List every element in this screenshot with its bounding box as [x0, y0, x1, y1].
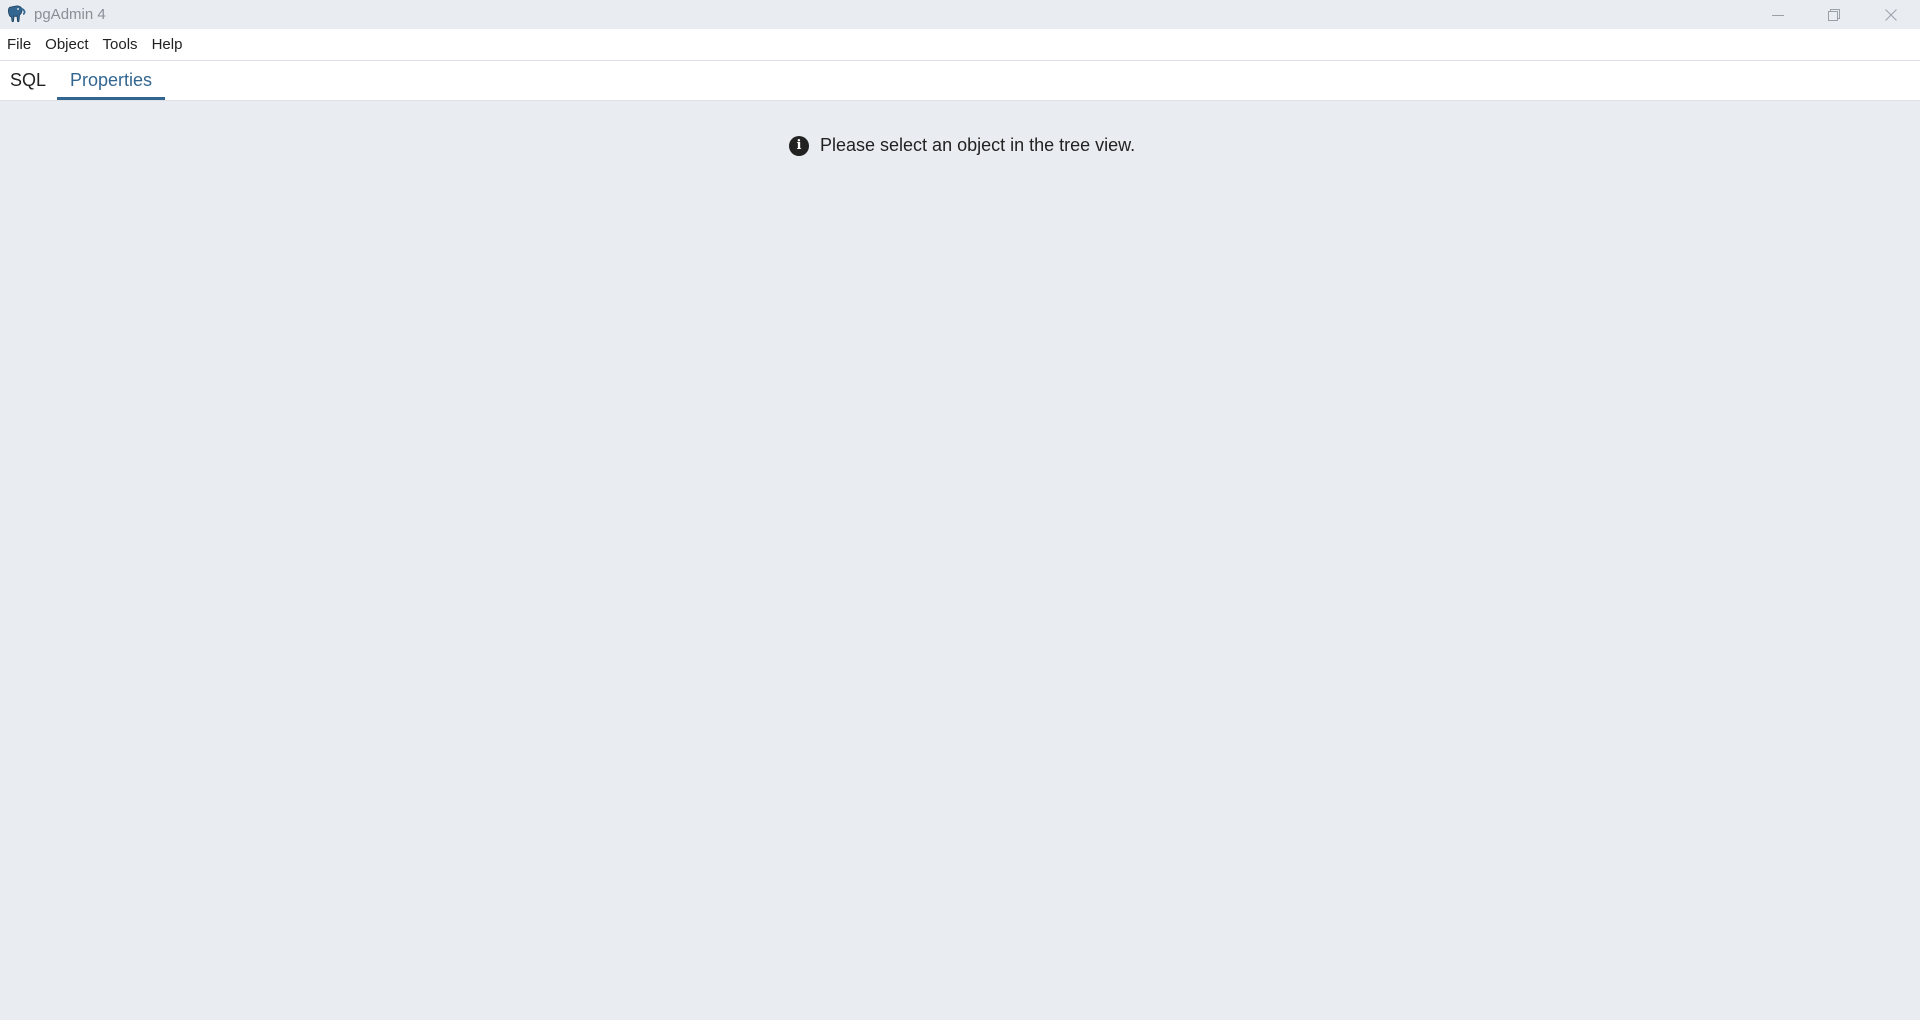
tab-sql[interactable]: SQL: [0, 61, 56, 100]
elephant-logo-icon: [7, 4, 27, 24]
tab-bar: SQL Properties: [0, 61, 1920, 101]
window-title: pgAdmin 4: [34, 6, 106, 23]
info-icon: i: [789, 135, 809, 156]
menu-tools[interactable]: Tools: [96, 29, 145, 61]
menu-help[interactable]: Help: [145, 29, 190, 61]
restore-icon: [1828, 8, 1840, 21]
title-bar: pgAdmin 4: [0, 0, 1920, 29]
menu-object[interactable]: Object: [38, 29, 95, 61]
empty-state-notice: i Please select an object in the tree vi…: [789, 135, 1135, 156]
tab-properties[interactable]: Properties: [57, 61, 165, 100]
empty-state-message: Please select an object in the tree view…: [820, 135, 1136, 155]
close-icon: [1885, 8, 1897, 21]
properties-panel: i Please select an object in the tree vi…: [0, 101, 1920, 1020]
restore-button[interactable]: [1805, 0, 1863, 29]
close-button[interactable]: [1862, 0, 1920, 29]
menu-file[interactable]: File: [0, 29, 38, 61]
minimize-button[interactable]: [1749, 0, 1807, 29]
menu-bar: File Object Tools Help: [0, 29, 1920, 61]
minimize-icon: [1772, 14, 1784, 16]
